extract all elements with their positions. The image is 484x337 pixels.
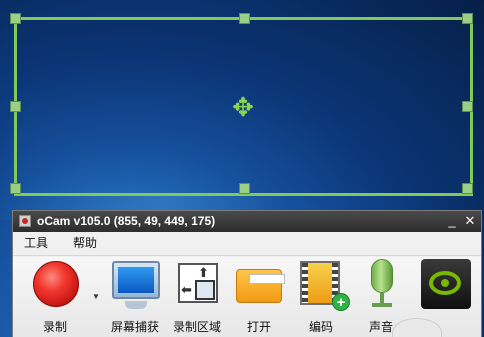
record-region-label: 录制区域 <box>172 320 221 334</box>
monitor-icon <box>112 261 160 299</box>
monitor-screen <box>118 267 154 293</box>
screen-capture-button[interactable]: 屏幕捕获 <box>105 259 165 337</box>
nvidia-eye-icon <box>429 271 461 295</box>
folder-icon <box>236 269 285 303</box>
move-icon[interactable]: ✥ <box>230 94 256 120</box>
nvidia-icon <box>421 259 471 309</box>
menu-tools[interactable]: 工具 <box>24 236 48 251</box>
capture-region-frame[interactable]: ✥ <box>10 13 473 196</box>
record-dropdown-arrow-icon[interactable]: ▼ <box>91 292 101 302</box>
codec-icon: + <box>300 261 350 311</box>
region-arrow-left-icon: ⬅ <box>181 282 192 297</box>
app-icon <box>19 215 31 227</box>
record-label: 录制 <box>42 320 67 334</box>
codec-button[interactable]: + 编码 <box>291 259 351 337</box>
codec-label: 编码 <box>308 320 333 334</box>
microphone-stand <box>380 293 384 303</box>
menu-bar: 工具 帮助 <box>13 232 481 256</box>
region-arrow-up-icon: ⬆ <box>198 265 209 280</box>
close-button[interactable]: ✕ <box>462 213 478 229</box>
record-region-button[interactable]: ⬆ ⬅ 录制区域 <box>167 259 227 337</box>
top-cut-text <box>0 0 484 7</box>
resize-handle-top-left[interactable] <box>10 13 21 24</box>
screen-capture-label: 屏幕捕获 <box>110 320 159 334</box>
region-icon: ⬆ ⬅ <box>178 263 218 303</box>
record-icon <box>33 261 79 307</box>
resize-handle-bottom-center[interactable] <box>239 183 250 194</box>
record-button[interactable]: 录制 <box>25 259 85 337</box>
menu-help[interactable]: 帮助 <box>73 236 97 251</box>
resize-handle-bottom-left[interactable] <box>10 183 21 194</box>
resize-handle-middle-left[interactable] <box>10 101 21 112</box>
region-inner-box <box>195 280 215 300</box>
resize-handle-top-right[interactable] <box>462 13 473 24</box>
resize-handle-top-center[interactable] <box>239 13 250 24</box>
microphone-icon <box>371 259 393 293</box>
monitor-stand <box>125 301 147 309</box>
open-button[interactable]: 打开 <box>229 259 289 337</box>
open-label: 打开 <box>246 320 271 334</box>
film-strip-left <box>302 263 308 303</box>
title-bar[interactable]: oCam v105.0 (855, 49, 449, 175) _ ✕ <box>13 211 481 232</box>
plus-icon: + <box>332 293 350 311</box>
microphone-base <box>372 303 392 307</box>
folder-paper <box>249 274 285 284</box>
minimize-button[interactable]: _ <box>444 213 460 229</box>
window-title: oCam v105.0 (855, 49, 449, 175) <box>37 214 216 228</box>
resize-handle-bottom-right[interactable] <box>462 183 473 194</box>
resize-handle-middle-right[interactable] <box>462 101 473 112</box>
